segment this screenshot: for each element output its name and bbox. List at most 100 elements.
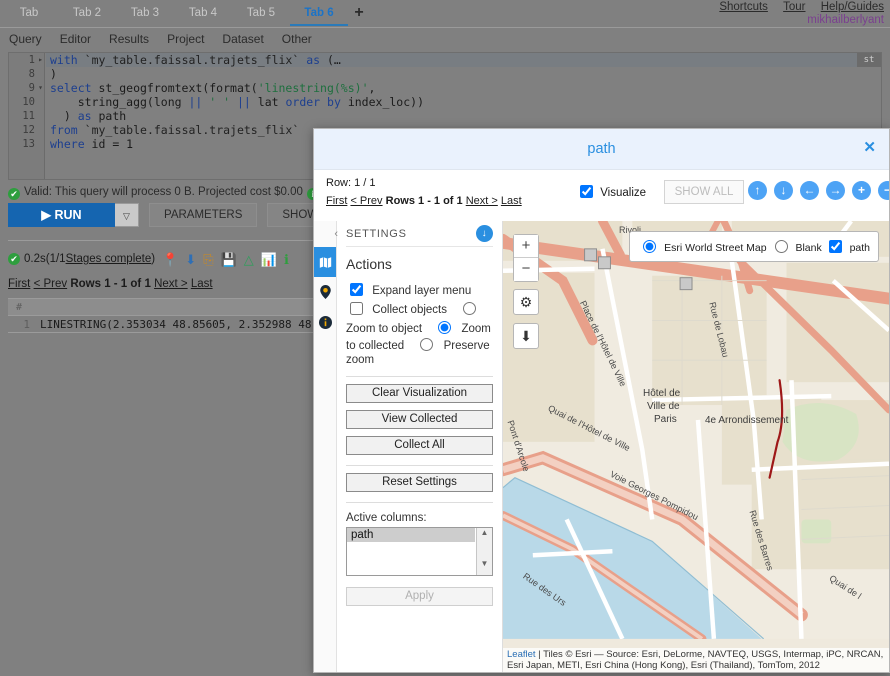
basemap-blank-radio[interactable] — [774, 240, 788, 253]
map-layer-icon[interactable] — [314, 247, 336, 277]
overlay-path-checkbox[interactable] — [828, 240, 842, 253]
fold-toggle-icon[interactable]: ▸ — [38, 53, 43, 67]
drive-icon[interactable]: △ — [244, 253, 254, 266]
menu-item-project[interactable]: Project — [158, 28, 213, 50]
location-pin-icon[interactable] — [314, 277, 336, 307]
pan-right-button[interactable]: → — [826, 181, 845, 200]
zoom-to-collected-radio[interactable] — [438, 321, 452, 334]
expand-layer-menu-checkbox[interactable] — [350, 283, 363, 296]
basemap-esri-row[interactable]: Esri World Street Map — [638, 240, 769, 254]
tab-1[interactable]: Tab — [0, 0, 58, 26]
tab-5[interactable]: Tab 5 — [232, 0, 290, 26]
map-zoom-out-button[interactable]: − — [514, 258, 538, 281]
visualize-checkbox[interactable] — [580, 185, 593, 198]
tab-4[interactable]: Tab 4 — [174, 0, 232, 26]
modal-pager-first-link[interactable]: First — [326, 195, 347, 207]
modal-pager-prev-link[interactable]: < Prev — [350, 195, 382, 207]
settings-header: ‹ SETTINGS ↓ — [334, 221, 493, 247]
copy-icon[interactable]: ⎘ — [203, 253, 213, 266]
modal-pager: First < Prev Rows 1 - 1 of 1 Next > Last — [326, 195, 522, 207]
fold-toggle-icon[interactable]: ▾ — [38, 81, 43, 95]
show-all-button[interactable]: SHOW ALL — [664, 180, 744, 204]
info-icon[interactable]: ℹ — [284, 253, 289, 266]
chart-icon[interactable]: 📊 — [261, 253, 277, 266]
editor-gutter: 1 ▸ 8 9 ▾ 10 11 12 13 — [9, 53, 45, 179]
active-columns-list[interactable]: path ▲ ▼ — [346, 527, 493, 576]
parameters-button[interactable]: PARAMETERS — [149, 203, 258, 227]
settings-title: SETTINGS — [346, 228, 407, 240]
zoom-in-button[interactable]: + — [852, 181, 871, 200]
menu-item-editor[interactable]: Editor — [51, 28, 100, 50]
tab-3[interactable]: Tab 3 — [116, 0, 174, 26]
pager-next-link[interactable]: Next > — [154, 278, 188, 290]
pager-last-link[interactable]: Last — [191, 278, 213, 290]
code-line: string_agg(long || ' ' || lat order by i… — [50, 95, 424, 109]
map-viewport[interactable]: + − ⚙ ⬇ Esri World Street Map Blank path — [503, 221, 889, 672]
scroll-up-icon[interactable]: ▲ — [477, 528, 492, 537]
pager-prev-link[interactable]: < Prev — [34, 278, 68, 290]
pan-up-button[interactable]: ↑ — [748, 181, 767, 200]
collect-objects-checkbox[interactable] — [350, 302, 363, 315]
basemap-esri-radio[interactable] — [643, 240, 657, 253]
divider — [346, 376, 493, 377]
pin-panel-icon[interactable]: ↓ — [476, 225, 493, 242]
gear-icon[interactable]: ⚙ — [513, 289, 539, 315]
list-item[interactable]: path — [347, 528, 475, 542]
list-scrollbar[interactable]: ▲ ▼ — [476, 528, 492, 575]
visualize-checkbox-row[interactable]: Visualize — [580, 185, 646, 199]
username-label[interactable]: mikhailberlyant — [707, 14, 884, 26]
tab-6[interactable]: Tab 6 — [290, 0, 348, 26]
shortcuts-link[interactable]: Shortcuts — [719, 1, 768, 13]
menu-item-other[interactable]: Other — [273, 28, 321, 50]
basemap-blank-row[interactable]: Blank — [770, 240, 825, 254]
pager-first-link[interactable]: First — [8, 278, 30, 290]
zoom-to-object-radio[interactable] — [463, 302, 477, 315]
modal-pager-next-link[interactable]: Next > — [466, 195, 498, 207]
top-links: Shortcuts Tour Help/Guides — [707, 1, 884, 13]
menu-item-query[interactable]: Query — [0, 28, 51, 50]
pan-down-button[interactable]: ↓ — [774, 181, 793, 200]
zoom-out-button[interactable]: − — [878, 181, 889, 200]
apply-button[interactable]: Apply — [346, 587, 493, 606]
tab-2[interactable]: Tab 2 — [58, 0, 116, 26]
row-number: 1 — [23, 318, 30, 331]
save-icon[interactable]: 💾 — [221, 253, 237, 266]
run-dropdown-button[interactable]: ▽ — [115, 203, 139, 227]
close-icon[interactable]: ✕ — [863, 138, 876, 156]
scroll-down-icon[interactable]: ▼ — [477, 559, 492, 568]
code-line: ) as path — [50, 109, 127, 123]
help-guides-link[interactable]: Help/Guides — [821, 1, 884, 13]
run-button[interactable]: ▶ RUN — [8, 203, 115, 227]
tab-strip: Tab Tab 2 Tab 3 Tab 4 Tab 5 Tab 6 + — [0, 0, 370, 26]
actions-heading: Actions — [346, 256, 392, 272]
collapse-chevron-icon[interactable]: ‹ — [327, 221, 346, 247]
map-zoom-in-button[interactable]: + — [514, 235, 538, 258]
collect-all-button[interactable]: Collect All — [346, 436, 493, 455]
line-number: 8 — [28, 68, 35, 80]
pan-left-button[interactable]: ← — [800, 181, 819, 200]
expand-layer-menu-row[interactable]: Expand layer menu — [346, 283, 471, 297]
results-status-bar: ✔ 0.2s (1/1 Stages complete ) 📍 ⬇ ⎘ 💾 △ … — [8, 250, 289, 268]
map-pin-icon[interactable]: 📍 — [162, 253, 178, 266]
active-columns-label: Active columns: — [346, 512, 427, 524]
info-icon[interactable] — [314, 307, 336, 337]
download-icon[interactable]: ⬇ — [185, 253, 196, 266]
add-tab-button[interactable]: + — [348, 0, 370, 26]
tour-link[interactable]: Tour — [783, 1, 805, 13]
preserve-zoom-radio[interactable] — [420, 338, 434, 351]
stages-complete-link[interactable]: Stages complete — [66, 253, 152, 265]
clear-visualization-button[interactable]: Clear Visualization — [346, 384, 493, 403]
reset-settings-button[interactable]: Reset Settings — [346, 473, 493, 492]
results-pager: First < Prev Rows 1 - 1 of 1 Next > Last — [8, 278, 213, 290]
view-collected-button[interactable]: View Collected — [346, 410, 493, 429]
info-glyph — [318, 315, 332, 329]
map-download-icon[interactable]: ⬇ — [513, 323, 539, 349]
collect-objects-row[interactable]: Collect objects — [346, 302, 450, 316]
map-tiles — [503, 221, 889, 639]
modal-nav-bar: Row: 1 / 1 First < Prev Rows 1 - 1 of 1 … — [314, 170, 889, 221]
overlay-path-row[interactable]: path — [825, 240, 870, 254]
leaflet-link[interactable]: Leaflet — [507, 649, 536, 660]
modal-pager-last-link[interactable]: Last — [501, 195, 522, 207]
menu-item-results[interactable]: Results — [100, 28, 158, 50]
menu-item-dataset[interactable]: Dataset — [213, 28, 272, 50]
